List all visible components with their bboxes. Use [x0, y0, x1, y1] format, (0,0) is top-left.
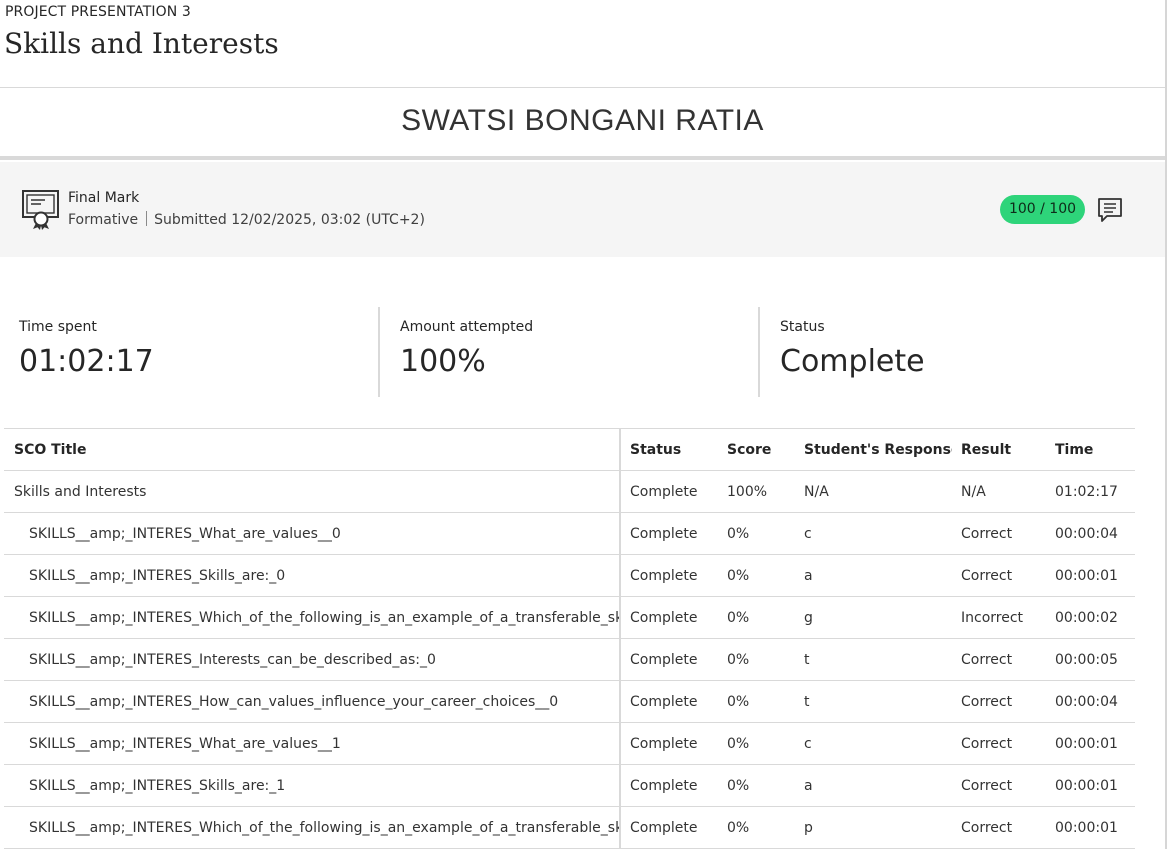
result-cell: Correct: [952, 638, 1046, 681]
status-cell: Complete: [620, 722, 718, 765]
amount-attempted-label: Amount attempted: [400, 319, 534, 335]
result-cell: N/A: [952, 470, 1046, 513]
column-header-student-response: Student's Response: [795, 428, 952, 471]
student-name: SWATSI BONGANI RATIA: [401, 104, 764, 137]
feedback-icon[interactable]: [1097, 197, 1123, 223]
student-response-cell: N/A: [795, 470, 952, 513]
column-header-score: Score: [718, 428, 795, 471]
result-cell: Correct: [952, 764, 1046, 807]
result-cell: Correct: [952, 554, 1046, 597]
stat-divider: [758, 307, 760, 397]
sco-results-table: SCO Title Status Score Student's Respons…: [4, 428, 1135, 849]
status-cell: Complete: [620, 764, 718, 807]
status-cell: Complete: [620, 470, 718, 513]
status-cell: Complete: [620, 596, 718, 639]
page-title: Skills and Interests: [4, 27, 279, 60]
score-cell: 0%: [718, 596, 795, 639]
final-mark-meta: Formative Submitted 12/02/2025, 03:02 (UT…: [68, 211, 425, 228]
sco-title-cell: SKILLS__amp;_INTERES_Interests_can_be_de…: [4, 638, 621, 681]
status-value: Complete: [780, 344, 925, 379]
amount-attempted-stat: Amount attempted 100%: [400, 307, 730, 397]
final-mark-panel: Final Mark Formative Submitted 12/02/2025…: [0, 162, 1165, 257]
time-spent-label: Time spent: [19, 319, 97, 335]
time-cell: 00:00:02: [1046, 596, 1135, 639]
result-cell: Correct: [952, 680, 1046, 723]
certificate-icon: [22, 190, 59, 230]
result-cell: Correct: [952, 512, 1046, 555]
table-row: SKILLS__amp;_INTERES_What_are_values__1 …: [4, 722, 1135, 765]
column-header-status: Status: [620, 428, 718, 471]
status-label: Status: [780, 319, 825, 335]
time-spent-value: 01:02:17: [19, 344, 154, 379]
column-header-result: Result: [952, 428, 1046, 471]
student-banner: SWATSI BONGANI RATIA: [0, 88, 1165, 160]
table-row: Skills and Interests Complete 100% N/A N…: [4, 470, 1135, 513]
time-cell: 00:00:01: [1046, 806, 1135, 849]
time-cell: 01:02:17: [1046, 470, 1135, 513]
stat-divider: [378, 307, 380, 397]
status-cell: Complete: [620, 512, 718, 555]
sco-title-cell: SKILLS__amp;_INTERES_What_are_values__0: [4, 512, 621, 555]
score-cell: 0%: [718, 638, 795, 681]
project-eyebrow: PROJECT PRESENTATION 3: [5, 4, 191, 20]
time-cell: 00:00:05: [1046, 638, 1135, 681]
grade-detail-page: PROJECT PRESENTATION 3 Skills and Intere…: [0, 0, 1167, 849]
status-cell: Complete: [620, 554, 718, 597]
student-response-cell: c: [795, 722, 952, 765]
student-response-cell: a: [795, 554, 952, 597]
result-cell: Incorrect: [952, 596, 1046, 639]
time-cell: 00:00:04: [1046, 680, 1135, 723]
table-row: SKILLS__amp;_INTERES_Interests_can_be_de…: [4, 638, 1135, 681]
table-row: SKILLS__amp;_INTERES_How_can_values_infl…: [4, 680, 1135, 723]
score-cell: 0%: [718, 806, 795, 849]
meta-separator: [146, 211, 148, 226]
sco-title-cell: SKILLS__amp;_INTERES_Skills_are:_0: [4, 554, 621, 597]
status-cell: Complete: [620, 680, 718, 723]
table-row: SKILLS__amp;_INTERES_Skills_are:_0 Compl…: [4, 554, 1135, 597]
sco-title-cell: SKILLS__amp;_INTERES_Skills_are:_1: [4, 764, 621, 807]
column-header-time: Time: [1046, 428, 1135, 471]
table-row: SKILLS__amp;_INTERES_Which_of_the_follow…: [4, 806, 1135, 849]
score-cell: 100%: [718, 470, 795, 513]
status-cell: Complete: [620, 638, 718, 681]
table-row: SKILLS__amp;_INTERES_What_are_values__0 …: [4, 512, 1135, 555]
table-row: SKILLS__amp;_INTERES_Skills_are:_1 Compl…: [4, 764, 1135, 807]
sco-title-cell: SKILLS__amp;_INTERES_Which_of_the_follow…: [4, 596, 621, 639]
score-cell: 0%: [718, 722, 795, 765]
result-cell: Correct: [952, 806, 1046, 849]
table-row: SKILLS__amp;_INTERES_Which_of_the_follow…: [4, 596, 1135, 639]
amount-attempted-value: 100%: [400, 344, 486, 379]
submission-time: Submitted 12/02/2025, 03:02 (UTC+2): [154, 212, 425, 228]
sco-title-cell: Skills and Interests: [4, 470, 621, 513]
score-cell: 0%: [718, 764, 795, 807]
time-spent-stat: Time spent 01:02:17: [19, 307, 349, 397]
column-header-sco-title: SCO Title: [4, 428, 621, 471]
sco-results-table-container: SCO Title Status Score Student's Respons…: [4, 428, 1135, 849]
student-response-cell: t: [795, 638, 952, 681]
sco-title-cell: SKILLS__amp;_INTERES_What_are_values__1: [4, 722, 621, 765]
score-cell: 0%: [718, 512, 795, 555]
assessment-type: Formative: [68, 212, 139, 228]
time-cell: 00:00:01: [1046, 764, 1135, 807]
final-mark-label: Final Mark: [68, 190, 140, 206]
time-cell: 00:00:01: [1046, 722, 1135, 765]
sco-title-cell: SKILLS__amp;_INTERES_How_can_values_infl…: [4, 680, 621, 723]
result-cell: Correct: [952, 722, 1046, 765]
attempt-summary: Time spent 01:02:17 Amount attempted 100…: [0, 307, 1140, 397]
sco-title-cell: SKILLS__amp;_INTERES_Which_of_the_follow…: [4, 806, 621, 849]
page-header: PROJECT PRESENTATION 3 Skills and Intere…: [0, 0, 1165, 88]
student-response-cell: c: [795, 512, 952, 555]
status-cell: Complete: [620, 806, 718, 849]
score-badge: 100 / 100: [1000, 195, 1085, 224]
student-response-cell: a: [795, 764, 952, 807]
student-response-cell: p: [795, 806, 952, 849]
time-cell: 00:00:04: [1046, 512, 1135, 555]
student-response-cell: t: [795, 680, 952, 723]
score-cell: 0%: [718, 680, 795, 723]
status-stat: Status Complete: [780, 307, 1110, 397]
student-response-cell: g: [795, 596, 952, 639]
table-header-row: SCO Title Status Score Student's Respons…: [4, 428, 1135, 471]
score-cell: 0%: [718, 554, 795, 597]
time-cell: 00:00:01: [1046, 554, 1135, 597]
